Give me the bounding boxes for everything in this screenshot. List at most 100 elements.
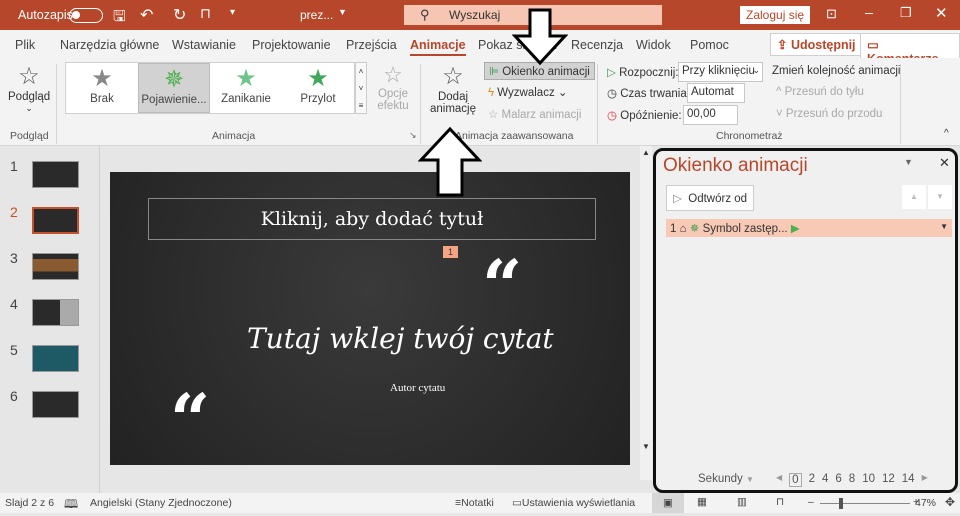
zoom-slider-thumb[interactable] xyxy=(839,498,844,509)
slide-thumbnail-3[interactable] xyxy=(32,253,79,280)
pane-close-icon[interactable]: ✕ xyxy=(939,155,950,171)
slide-canvas[interactable]: Kliknij, aby dodać tytuł 1 “ Tutaj wklej… xyxy=(110,172,630,465)
slide-thumbnail-2[interactable] xyxy=(32,207,79,234)
slide-counter: Slajd 2 z 6 xyxy=(5,497,55,509)
seconds-dropdown[interactable]: Sekundy ▼ xyxy=(698,473,754,485)
delay-label: ◷ Opóźnienie: xyxy=(607,110,682,122)
share-label: Udostępnij xyxy=(790,38,856,52)
quote-mark-top: “ xyxy=(482,244,523,327)
star-plus-icon: ☆ xyxy=(442,63,464,90)
animation-painter-button[interactable]: ☆ Malarz animacji xyxy=(488,107,581,121)
slide-number: 5 xyxy=(10,342,18,358)
play-from-button[interactable]: ▷ Odtwórz od xyxy=(666,185,755,211)
animation-tag[interactable]: 1 xyxy=(443,246,459,258)
search-placeholder: Wyszukaj xyxy=(449,8,501,22)
notes-button[interactable]: ≡Notatki xyxy=(455,497,494,509)
timeline-ruler[interactable]: ◀ 0 2 4 6 8 10 12 14 ▶ xyxy=(776,473,928,487)
slide-thumbnail-6[interactable] xyxy=(32,391,79,418)
slide-number: 3 xyxy=(10,250,18,266)
customize-qat-icon[interactable]: ▾ xyxy=(230,7,235,18)
gallery-item-appear[interactable]: ✵ Pojawienie... xyxy=(138,63,210,113)
gallery-item-none[interactable]: ★ Brak xyxy=(66,63,138,113)
add-animation-button[interactable]: ☆ Dodaj animację xyxy=(428,62,478,115)
group-label-animation: Animacja xyxy=(212,130,256,142)
slide-number: 6 xyxy=(10,388,18,404)
slide-sorter-button[interactable]: ▦ xyxy=(697,496,707,508)
undo-icon[interactable]: ↶ xyxy=(140,5,153,25)
tab-file[interactable]: Plik xyxy=(15,38,35,52)
star-icon: ★ xyxy=(307,65,329,92)
animation-list-item[interactable]: 1 ⌂ ✵ Symbol zastęp... ▶ ▼ xyxy=(666,219,952,237)
play-icon: ▷ xyxy=(673,193,682,205)
play-marker-icon: ▶ xyxy=(790,223,800,235)
scroll-right-icon: ▶ xyxy=(921,473,928,482)
quote-text[interactable]: Tutaj wklej twój cytat xyxy=(247,322,554,355)
minimize-button[interactable]: – xyxy=(865,4,873,20)
tab-review[interactable]: Recenzja xyxy=(571,38,623,52)
zoom-level[interactable]: 47% xyxy=(915,497,936,509)
autosave-toggle[interactable] xyxy=(69,8,103,23)
language-indicator[interactable]: Angielski (Stany Zjednoczone) xyxy=(90,497,232,509)
tab-animations[interactable]: Animacje xyxy=(410,38,466,56)
delay-input[interactable]: 00,00 xyxy=(683,105,738,125)
slide-thumbnail-5[interactable] xyxy=(32,345,79,372)
redo-icon[interactable]: ↻ xyxy=(173,5,186,25)
collapse-ribbon-icon[interactable]: ^ xyxy=(944,128,949,139)
tab-transitions[interactable]: Przejścia xyxy=(346,38,397,52)
slide-number: 4 xyxy=(10,296,18,312)
reading-view-button[interactable]: ▥ xyxy=(737,496,747,508)
pane-options-icon[interactable]: ▼ xyxy=(904,157,913,167)
start-select[interactable]: Przy kliknięciu ⌄ xyxy=(678,62,763,82)
gallery-item-fade[interactable]: ★ Zanikanie xyxy=(210,63,282,113)
share-icon: ⇪ xyxy=(777,38,791,52)
title-bar: Autozapis 🖫 ↶ ↻ ⊓ ▾ prez... ▼ ⚲ Wyszukaj… xyxy=(0,0,960,30)
normal-view-button[interactable]: ▣ xyxy=(652,493,684,513)
status-bar: Slajd 2 z 6 🕮 Angielski (Stany Zjednoczo… xyxy=(0,493,960,513)
save-icon[interactable]: 🖫 xyxy=(113,6,126,31)
display-settings-button[interactable]: ▭Ustawienia wyświetlania xyxy=(512,497,635,509)
gallery-scroll[interactable]: ˄ ˅ ≡ xyxy=(355,62,367,114)
start-label: ▷ Rozpocznij: xyxy=(607,67,679,79)
slide-number: 1 xyxy=(10,158,18,174)
tab-insert[interactable]: Wstawianie xyxy=(172,38,236,52)
title-placeholder[interactable]: Kliknij, aby dodać tytuł xyxy=(148,198,596,240)
preview-button[interactable]: ☆ Podgląd ⌄ xyxy=(8,62,50,114)
move-down-button[interactable]: ▼ xyxy=(928,185,952,209)
star-icon: ★ xyxy=(235,65,257,92)
reorder-label: Zmień kolejność animacji xyxy=(772,65,901,77)
slide-thumbnail-1[interactable] xyxy=(32,161,79,188)
slide-thumbnail-4[interactable] xyxy=(32,299,79,326)
file-name[interactable]: prez... xyxy=(300,8,333,22)
move-up-button[interactable]: ▲ xyxy=(902,185,926,209)
tab-view[interactable]: Widok xyxy=(636,38,671,52)
sign-in-button[interactable]: Zaloguj się xyxy=(740,6,811,24)
zoom-out-button[interactable]: – xyxy=(808,496,814,508)
dialog-launcher-icon[interactable]: ↘ xyxy=(409,130,417,141)
lightning-icon: ϟ xyxy=(488,87,495,99)
item-dropdown-icon: ▼ xyxy=(940,222,948,231)
fit-to-window-icon[interactable]: ✥ xyxy=(945,495,955,509)
restore-button[interactable]: ❐ xyxy=(900,5,912,21)
gallery-item-fly-in[interactable]: ★ Przylot xyxy=(282,63,354,113)
group-label-timing: Chronometraż xyxy=(716,130,783,142)
tab-home[interactable]: Narzędzia główne xyxy=(60,38,159,52)
mouse-icon: ⌂ xyxy=(679,223,687,235)
trigger-button[interactable]: ϟ Wyzwalacz ⌄ xyxy=(488,85,568,99)
move-earlier-button[interactable]: ^ Przesuń do tyłu xyxy=(776,86,864,98)
tab-design[interactable]: Projektowanie xyxy=(252,38,331,52)
tab-help[interactable]: Pomoc xyxy=(690,38,729,52)
chevron-down-icon[interactable]: ▼ xyxy=(338,7,347,17)
duration-input[interactable]: Automat xyxy=(687,83,745,103)
close-button[interactable]: ✕ xyxy=(935,4,948,22)
zoom-slider[interactable] xyxy=(820,498,910,509)
delay-clock-icon: ◷ xyxy=(607,110,618,122)
present-icon[interactable]: ⊓ xyxy=(200,5,211,22)
quote-author[interactable]: Autor cytatu xyxy=(390,382,445,394)
share-button[interactable]: ⇪ Udostępnij xyxy=(770,33,863,56)
ribbon-display-icon[interactable]: ⊡ xyxy=(826,6,837,22)
vertical-scrollbar[interactable]: ▲ ▼ xyxy=(640,146,652,480)
effect-options-button[interactable]: ☆ Opcje efektu xyxy=(372,62,414,112)
star-icon: ★ xyxy=(91,65,113,92)
slideshow-button[interactable]: ⊓ xyxy=(776,496,784,508)
move-later-button[interactable]: ˅ Przesuń do przodu xyxy=(776,108,882,120)
